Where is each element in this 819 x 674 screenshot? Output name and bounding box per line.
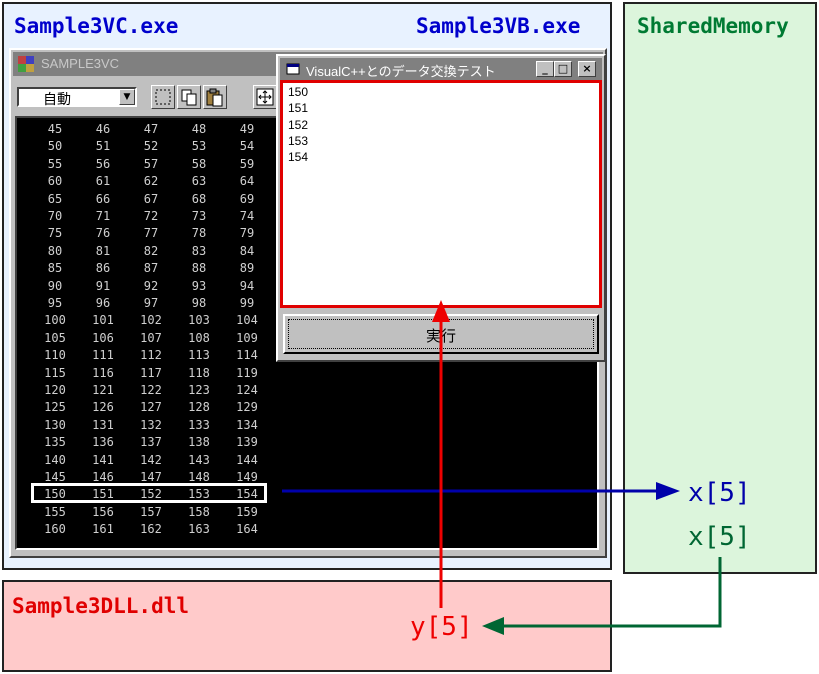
data-flow-arrows	[282, 300, 722, 635]
green-arrow	[482, 557, 722, 635]
red-arrow	[432, 300, 450, 608]
blue-arrow	[282, 482, 680, 500]
